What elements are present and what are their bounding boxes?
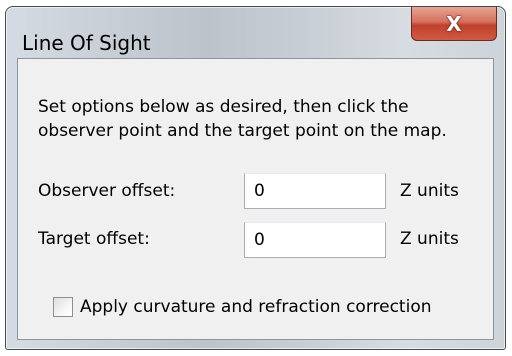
observer-offset-label: Observer offset:	[38, 181, 176, 201]
target-offset-input[interactable]	[244, 222, 386, 258]
curvature-correction-label[interactable]: Apply curvature and refraction correctio…	[80, 299, 432, 316]
observer-units-label: Z units	[400, 181, 459, 201]
target-units-label: Z units	[400, 229, 459, 249]
curvature-correction-checkbox[interactable]	[53, 297, 73, 317]
window-title: Line Of Sight	[22, 31, 151, 55]
instructions-line-1: Set options below as desired, then click…	[38, 97, 409, 117]
close-button[interactable]: X	[411, 7, 497, 41]
dialog-content: Set options below as desired, then click…	[17, 58, 494, 340]
instructions-text: Set options below as desired, then click…	[38, 95, 478, 143]
line-of-sight-dialog: Line Of Sight X Set options below as des…	[5, 6, 506, 350]
title-bar[interactable]: Line Of Sight X	[6, 7, 505, 59]
observer-offset-input[interactable]	[244, 173, 386, 209]
close-icon: X	[446, 11, 462, 36]
instructions-line-2: observer point and the target point on t…	[38, 121, 447, 141]
target-offset-label: Target offset:	[38, 229, 150, 249]
